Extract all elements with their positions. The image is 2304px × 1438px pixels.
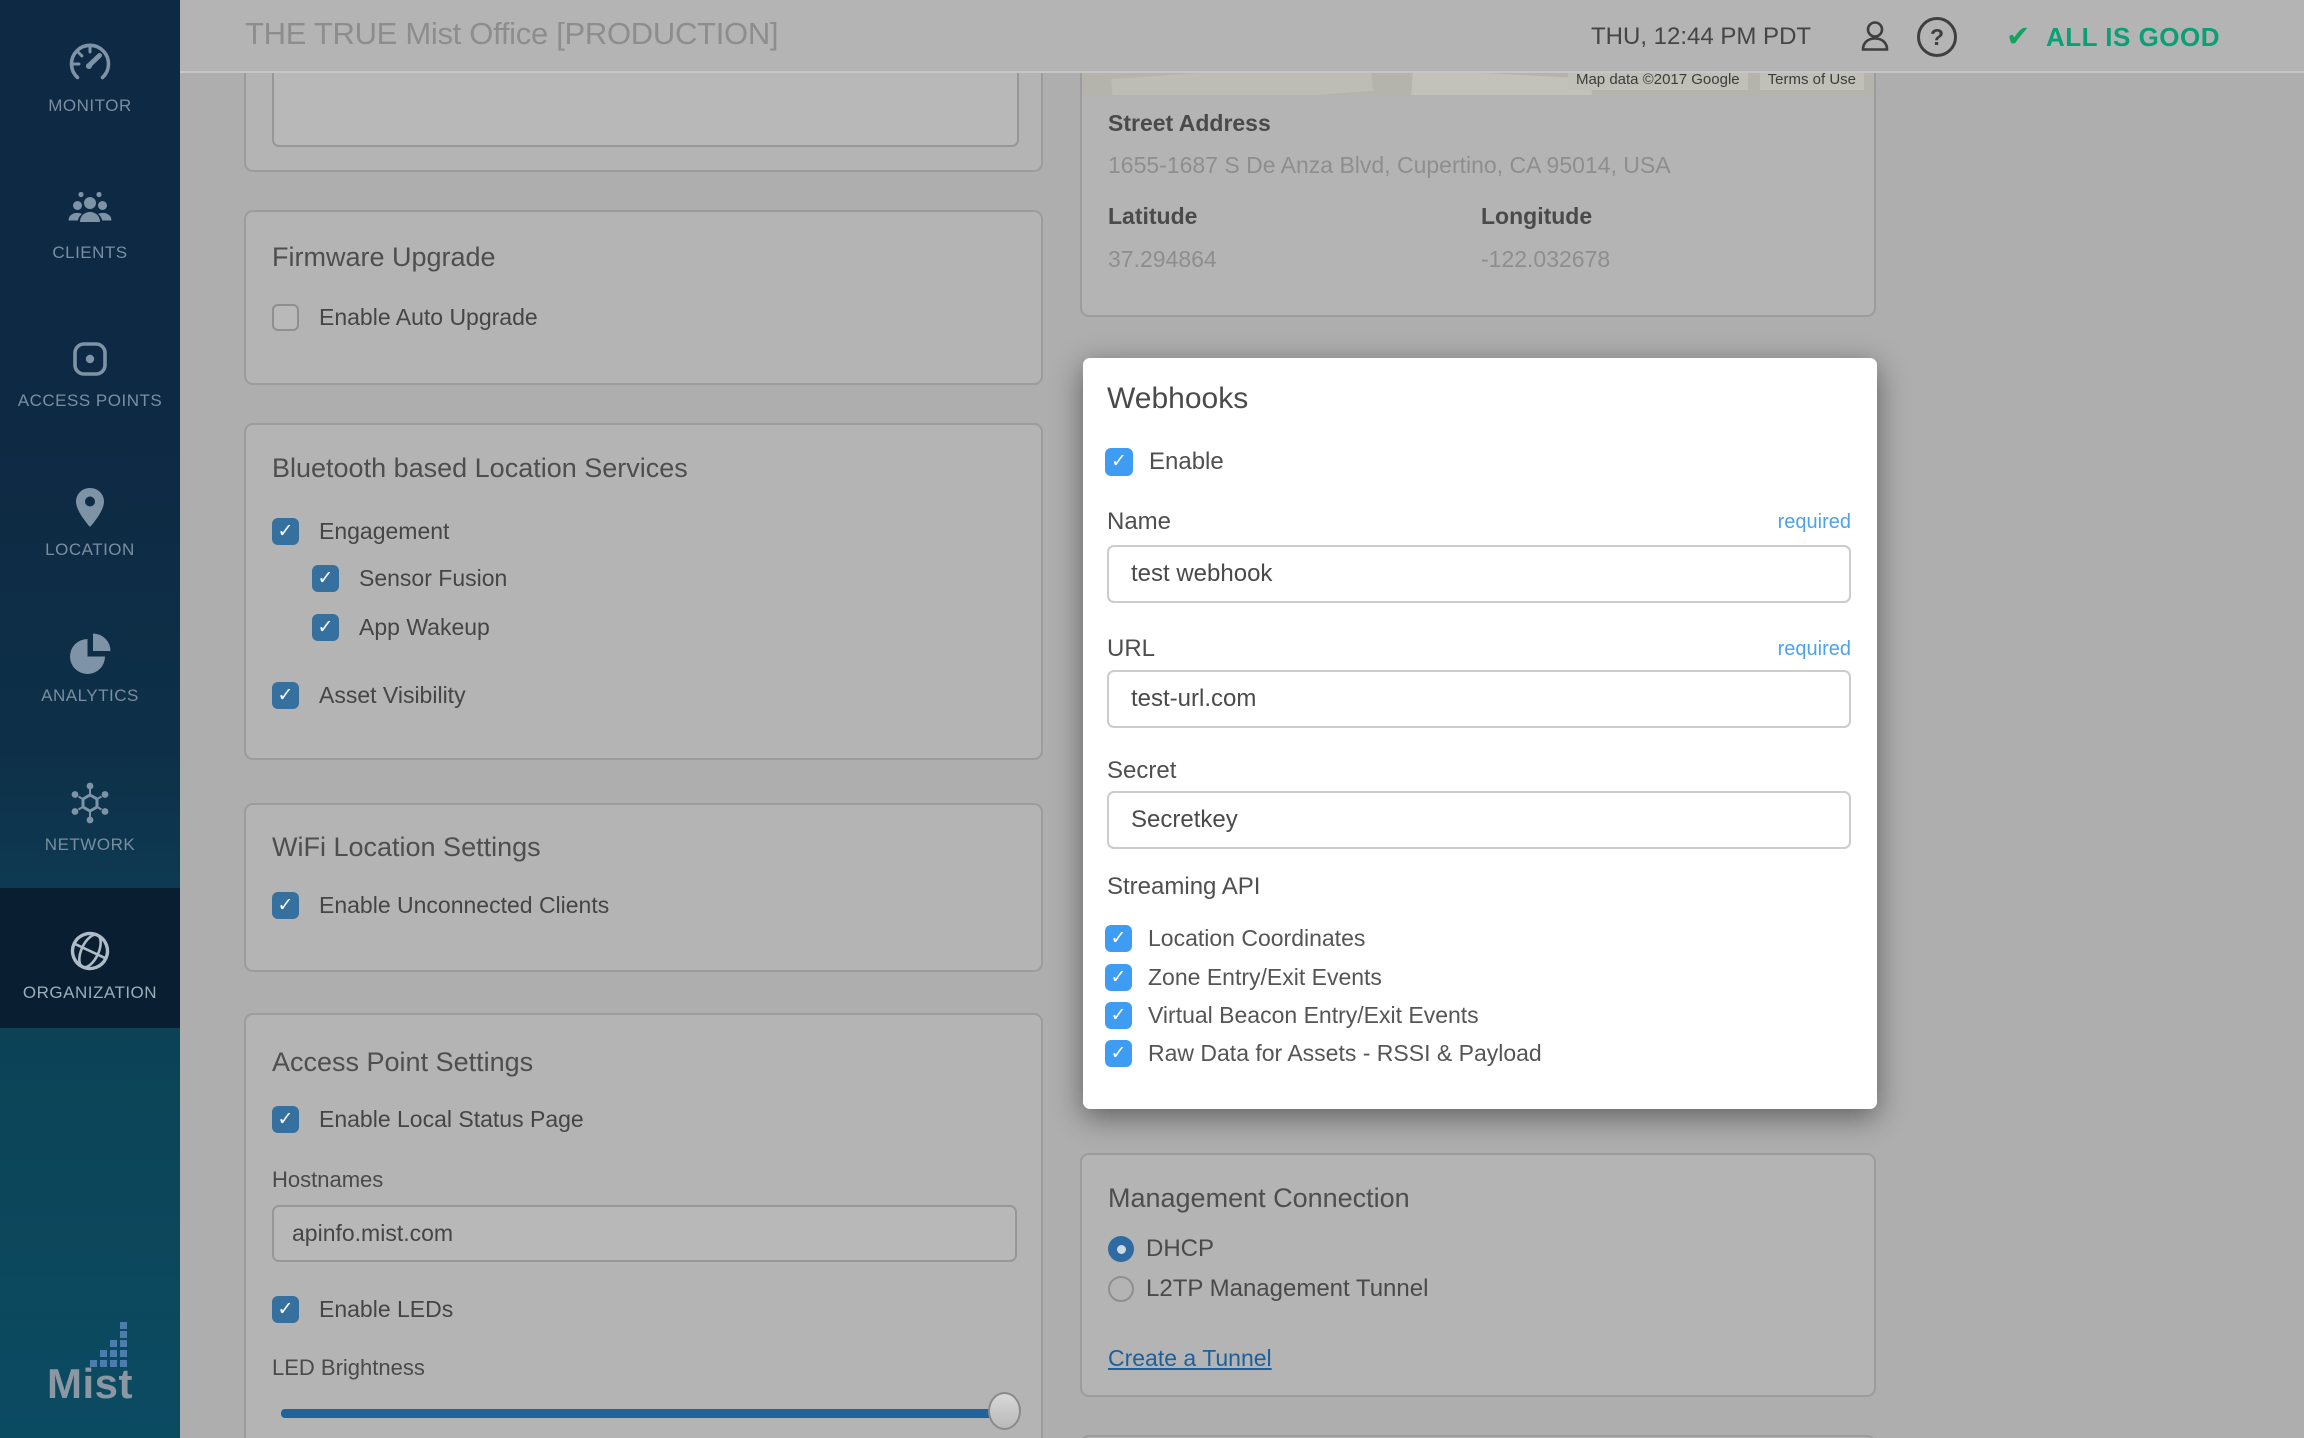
enable-leds-checkbox[interactable]: ✓ (272, 1296, 299, 1323)
dhcp-radio[interactable] (1108, 1236, 1134, 1262)
help-icon[interactable]: ? (1917, 17, 1957, 57)
analytics-pie-icon (66, 630, 114, 678)
status-check-icon: ✔ (2006, 19, 2030, 54)
sensor-fusion-checkbox[interactable]: ✓ (312, 565, 339, 592)
l2tp-radio[interactable] (1108, 1276, 1134, 1302)
sidebar: MONITOR CLIENTS ACCESS POINTS (0, 0, 180, 1438)
top-bar: THE TRUE Mist Office [PRODUCTION] THU, 1… (180, 0, 2304, 73)
latitude-value: 37.294864 (1108, 246, 1217, 273)
sidebar-item-label: LOCATION (0, 540, 180, 560)
app-root: MONITOR CLIENTS ACCESS POINTS (0, 0, 2304, 1438)
status-badge[interactable]: ALL IS GOOD (2046, 22, 2220, 53)
sidebar-item-clients[interactable]: CLIENTS (0, 187, 180, 263)
checkbox-label: Enable Auto Upgrade (319, 304, 538, 331)
access-point-icon (66, 335, 114, 383)
mist-logo: Mist (0, 1322, 180, 1408)
latitude-label: Latitude (1108, 203, 1197, 230)
gauge-icon (66, 40, 114, 88)
checkbox-label: Zone Entry/Exit Events (1148, 964, 1382, 991)
hostnames-label: Hostnames (272, 1167, 383, 1193)
sidebar-item-label: ORGANIZATION (0, 983, 180, 1003)
globe-icon (66, 927, 114, 975)
street-address-label: Street Address (1108, 110, 1271, 137)
section-title: Firmware Upgrade (272, 242, 496, 273)
radio-label: DHCP (1146, 1235, 1214, 1263)
engagement-checkbox[interactable]: ✓ (272, 518, 299, 545)
org-title: THE TRUE Mist Office [PRODUCTION] (245, 16, 778, 52)
webhooks-panel: Webhooks ✓ Enable Name required URL requ… (1083, 358, 1877, 1109)
webhooks-enable-checkbox[interactable]: ✓ (1105, 448, 1133, 476)
sidebar-item-network[interactable]: NETWORK (0, 779, 180, 855)
checkbox-label: Enable (1149, 448, 1224, 476)
name-label: Name (1107, 508, 1171, 536)
section-title: Access Point Settings (272, 1047, 533, 1078)
secret-label: Secret (1107, 757, 1176, 785)
streaming-api-label: Streaming API (1107, 873, 1260, 901)
checkbox-label: Raw Data for Assets - RSSI & Payload (1148, 1040, 1542, 1067)
sidebar-item-label: ACCESS POINTS (0, 391, 180, 411)
name-required-badge: required (1778, 511, 1851, 534)
sidebar-item-label: MONITOR (0, 96, 180, 116)
url-label: URL (1107, 635, 1155, 663)
sidebar-item-organization[interactable]: ORGANIZATION (0, 927, 180, 1003)
checkbox-label: Enable Unconnected Clients (319, 892, 609, 919)
section-title: Management Connection (1108, 1183, 1410, 1214)
firmware-card: Firmware Upgrade ✓ Enable Auto Upgrade (244, 210, 1043, 385)
app-wakeup-checkbox[interactable]: ✓ (312, 614, 339, 641)
sidebar-item-access-points[interactable]: ACCESS POINTS (0, 335, 180, 411)
checkbox-label: Enable Local Status Page (319, 1106, 584, 1133)
raw-data-assets-checkbox[interactable]: ✓ (1105, 1040, 1132, 1067)
checkbox-label: Enable LEDs (319, 1296, 453, 1323)
location-card: Map data ©2017 Google Terms of Use Stree… (1080, 50, 1876, 317)
url-input[interactable] (1107, 670, 1851, 728)
virtual-beacon-events-checkbox[interactable]: ✓ (1105, 1002, 1132, 1029)
map-shape (1411, 69, 1592, 95)
sidebar-item-analytics[interactable]: ANALYTICS (0, 630, 180, 706)
hostnames-input[interactable] (272, 1205, 1017, 1262)
street-address-value: 1655-1687 S De Anza Blvd, Cupertino, CA … (1108, 152, 1671, 179)
create-tunnel-link[interactable]: Create a Tunnel (1108, 1345, 1272, 1372)
checkbox-label: Engagement (319, 518, 449, 545)
mist-logo-dots-icon (90, 1322, 130, 1368)
checkbox-label: Sensor Fusion (359, 565, 507, 592)
location-coordinates-checkbox[interactable]: ✓ (1105, 925, 1132, 952)
wifi-location-card: WiFi Location Settings ✓ Enable Unconnec… (244, 803, 1043, 972)
user-icon[interactable] (1856, 17, 1894, 55)
longitude-value: -122.032678 (1481, 246, 1610, 273)
zone-events-checkbox[interactable]: ✓ (1105, 964, 1132, 991)
network-icon (66, 779, 114, 827)
checkbox-label: Asset Visibility (319, 682, 466, 709)
longitude-label: Longitude (1481, 203, 1592, 230)
clock: THU, 12:44 PM PDT (1591, 23, 1811, 51)
management-connection-card: Management Connection DHCP L2TP Manageme… (1080, 1153, 1876, 1397)
webhooks-title: Webhooks (1107, 382, 1248, 416)
location-pin-icon (66, 484, 114, 532)
checkbox-label: App Wakeup (359, 614, 490, 641)
local-status-page-checkbox[interactable]: ✓ (272, 1106, 299, 1133)
sidebar-item-label: CLIENTS (0, 243, 180, 263)
bluetooth-card: Bluetooth based Location Services ✓ Enga… (244, 423, 1043, 760)
checkbox-label: Virtual Beacon Entry/Exit Events (1148, 1002, 1479, 1029)
led-brightness-handle[interactable] (988, 1392, 1021, 1430)
checkbox-label: Location Coordinates (1148, 925, 1365, 952)
auto-upgrade-checkbox[interactable]: ✓ (272, 304, 299, 331)
section-title: Bluetooth based Location Services (272, 453, 688, 484)
sidebar-item-label: NETWORK (0, 835, 180, 855)
name-input[interactable] (1107, 545, 1851, 603)
secret-input[interactable] (1107, 791, 1851, 849)
clients-icon (66, 187, 114, 235)
led-brightness-label: LED Brightness (272, 1355, 425, 1381)
unconnected-clients-checkbox[interactable]: ✓ (272, 892, 299, 919)
access-point-settings-card: Access Point Settings ✓ Enable Local Sta… (244, 1013, 1043, 1438)
sidebar-item-monitor[interactable]: MONITOR (0, 40, 180, 116)
sidebar-item-location[interactable]: LOCATION (0, 484, 180, 560)
led-brightness-slider[interactable] (281, 1409, 1018, 1418)
radio-label: L2TP Management Tunnel (1146, 1275, 1428, 1303)
asset-visibility-checkbox[interactable]: ✓ (272, 682, 299, 709)
section-title: WiFi Location Settings (272, 832, 541, 863)
sidebar-item-label: ANALYTICS (0, 686, 180, 706)
url-required-badge: required (1778, 638, 1851, 661)
